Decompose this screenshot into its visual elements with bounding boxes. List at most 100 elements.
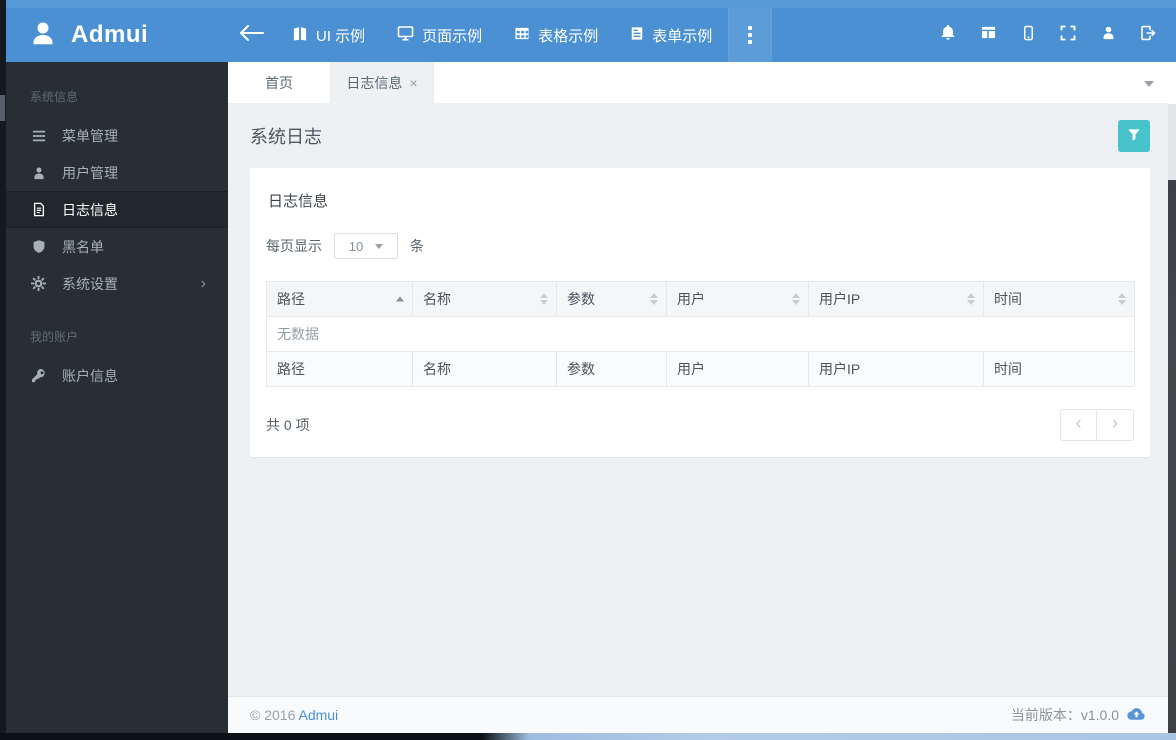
log-table: 路径 名称 参数 用户 用户IP 时间 无数据 路径 名称 参数 用户 用户IP… <box>266 281 1135 387</box>
layout-icon <box>980 25 997 45</box>
tab-home[interactable]: 首页 <box>228 62 331 103</box>
sidebar-item-user-manage[interactable]: 用户管理 <box>6 154 228 191</box>
window-top-edge <box>6 0 1176 8</box>
column-header-name[interactable]: 名称 <box>412 281 557 317</box>
back-button[interactable] <box>228 8 276 62</box>
vertical-dots-icon <box>748 24 753 46</box>
window-left-edge <box>0 0 6 740</box>
form-icon <box>630 26 644 45</box>
nav-item-label: UI 示例 <box>316 27 366 45</box>
key-icon <box>30 368 47 383</box>
footer-brand-link[interactable]: Admui <box>298 707 338 723</box>
column-header-user[interactable]: 用户 <box>666 281 809 317</box>
account-button[interactable] <box>1088 8 1128 62</box>
user-icon <box>1101 25 1116 45</box>
fullscreen-button[interactable] <box>1048 8 1088 62</box>
brand-user-icon <box>28 18 58 53</box>
nav-item-page-examples[interactable]: 页面示例 <box>381 8 498 62</box>
window-right-edge <box>1168 62 1176 740</box>
page-size-value: 10 <box>348 238 364 254</box>
book-icon <box>292 26 308 45</box>
mobile-button[interactable] <box>1008 8 1048 62</box>
page-size-suffix: 条 <box>410 238 424 254</box>
prev-page-button[interactable]: ‹ <box>1060 409 1097 441</box>
chevron-right-icon: › <box>200 274 206 292</box>
sidebar-section-system: 系统信息 <box>30 90 79 104</box>
more-menu-button[interactable] <box>728 8 773 62</box>
nav-item-table-examples[interactable]: 表格示例 <box>498 8 614 62</box>
sidebar-item-label: 黑名单 <box>62 238 104 255</box>
top-navbar: Admui UI 示例 页面示例 表格示例 表单示例 <box>6 8 1176 62</box>
monitor-icon <box>397 25 414 45</box>
sort-icon <box>1118 293 1126 305</box>
gear-icon <box>30 276 47 291</box>
sidebar-item-label: 菜单管理 <box>62 127 118 144</box>
table-bottom-bar: 共 0 项 ‹ › <box>266 409 1134 441</box>
column-header-path[interactable]: 路径 <box>266 281 413 317</box>
page-content: 系统日志 日志信息 每页显示 10 条 路径 名称 参数 用户 用户IP 时间 … <box>228 104 1168 696</box>
sidebar-item-account-info[interactable]: 账户信息 <box>6 357 228 394</box>
empty-message: 无数据 <box>266 316 1135 352</box>
nav-item-label: 表单示例 <box>652 27 713 45</box>
sidebar-item-label: 账户信息 <box>62 367 118 384</box>
chevron-right-icon: › <box>1111 412 1119 434</box>
nav-item-form-examples[interactable]: 表单示例 <box>614 8 728 62</box>
footer-column-name: 名称 <box>412 351 557 387</box>
next-page-button[interactable]: › <box>1097 409 1134 441</box>
footer-column-time: 时间 <box>983 351 1135 387</box>
page-header: 系统日志 <box>250 104 1150 168</box>
main-menu: UI 示例 页面示例 表格示例 表单示例 <box>228 8 773 62</box>
tabs-dropdown-icon[interactable] <box>1144 81 1154 92</box>
column-header-params[interactable]: 参数 <box>556 281 667 317</box>
version-text: 当前版本：v1.0.0 <box>1010 707 1119 723</box>
tab-log-info[interactable]: 日志信息 × <box>331 62 434 104</box>
sidebar-item-system-settings[interactable]: 系统设置 › <box>6 265 228 302</box>
column-header-time[interactable]: 时间 <box>983 281 1135 317</box>
sort-icon <box>792 293 800 305</box>
nav-item-ui-examples[interactable]: UI 示例 <box>276 8 381 62</box>
tab-label: 首页 <box>265 74 293 91</box>
sidebar-item-menu-manage[interactable]: 菜单管理 <box>6 117 228 154</box>
page-title: 系统日志 <box>250 127 322 147</box>
tab-bar: 首页 日志信息 × <box>228 62 1168 104</box>
app-window: Admui UI 示例 页面示例 表格示例 表单示例 系统信息 菜单管理 用户管… <box>0 0 1176 740</box>
total-count: 共 0 项 <box>266 417 310 433</box>
copyright-text: © 2016 <box>250 707 296 723</box>
sidebar-item-log-info[interactable]: 日志信息 <box>6 191 228 228</box>
nav-item-label: 表格示例 <box>538 27 599 45</box>
table-icon <box>514 26 530 45</box>
sort-icon <box>540 293 548 305</box>
footer-column-path: 路径 <box>266 351 413 387</box>
fullscreen-icon <box>1060 25 1076 46</box>
footer-column-user: 用户 <box>666 351 809 387</box>
footer-column-params: 参数 <box>556 351 667 387</box>
window-left-scroll-thumb <box>0 95 5 121</box>
page-footer: © 2016 Admui 当前版本：v1.0.0 <box>228 696 1168 733</box>
window-bottom-edge <box>0 733 1176 740</box>
cloud-upload-icon[interactable] <box>1127 707 1146 724</box>
pagination: ‹ › <box>1060 409 1134 441</box>
sidebar-section-account: 我的账户 <box>30 330 79 344</box>
main-area: 首页 日志信息 × 系统日志 日志信息 每页显示 10 条 路径 名称 参数 用… <box>228 62 1168 740</box>
sidebar-item-blacklist[interactable]: 黑名单 <box>6 228 228 265</box>
arrow-left-icon <box>239 24 265 46</box>
table-footer-row: 路径 名称 参数 用户 用户IP 时间 <box>266 351 1135 387</box>
notifications-button[interactable] <box>928 8 968 62</box>
nav-item-label: 页面示例 <box>422 27 483 45</box>
tab-label: 日志信息 <box>346 75 403 91</box>
table-header-row: 路径 名称 参数 用户 用户IP 时间 <box>266 281 1135 317</box>
page-size-prefix: 每页显示 <box>266 238 322 254</box>
page-size-select[interactable]: 10 <box>334 233 398 259</box>
close-icon[interactable]: × <box>409 76 417 90</box>
funnel-icon <box>1127 128 1141 145</box>
empty-row: 无数据 <box>266 316 1135 352</box>
brand[interactable]: Admui <box>6 8 228 62</box>
layout-button[interactable] <box>968 8 1008 62</box>
filter-button[interactable] <box>1118 120 1150 152</box>
logout-button[interactable] <box>1128 8 1168 62</box>
caret-down-icon <box>375 243 384 253</box>
mobile-icon <box>1021 25 1036 46</box>
navbar-right-tools <box>928 8 1176 62</box>
column-header-user-ip[interactable]: 用户IP <box>808 281 984 317</box>
logout-icon <box>1140 25 1156 46</box>
